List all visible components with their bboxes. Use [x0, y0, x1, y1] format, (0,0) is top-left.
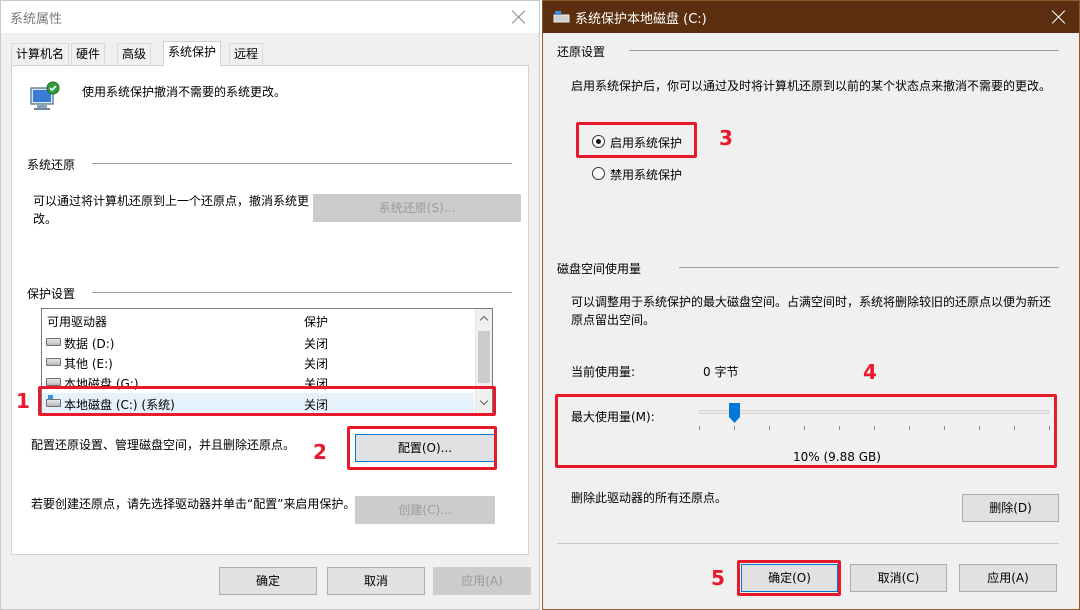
drive-list-scrollbar[interactable] [475, 309, 492, 413]
slider-tick [944, 426, 945, 430]
column-header-drive[interactable]: 可用驱动器 [47, 313, 107, 330]
tab-advanced[interactable]: 高级 [117, 43, 152, 65]
drive-row-c-system[interactable]: 本地磁盘 (C:) (系统) 关闭 [42, 393, 474, 413]
drive-icon [46, 338, 61, 346]
slider-tick [909, 426, 910, 430]
drive-row-e[interactable]: 其他 (E:) 关闭 [42, 352, 474, 372]
drive-status: 关闭 [304, 398, 329, 412]
annotation-number-1: 1 [16, 389, 30, 413]
scroll-up-icon[interactable] [479, 315, 489, 325]
disable-protection-radio[interactable] [592, 167, 605, 180]
ok-button[interactable]: 确定(O) [741, 564, 838, 592]
close-icon[interactable] [1049, 7, 1069, 27]
disk-usage-text: 可以调整用于系统保护的最大磁盘空间。占满空间时，系统将删除较旧的还原点以便为新还… [571, 295, 1052, 327]
max-usage-slider-thumb[interactable] [729, 403, 740, 423]
tab-remote[interactable]: 远程 [229, 43, 264, 65]
slider-tick [734, 426, 735, 430]
current-usage-label: 当前使用量: [571, 365, 636, 379]
slider-tick [839, 426, 840, 430]
divider [557, 543, 1059, 544]
system-protection-drive-window: 系统保护本地磁盘 (C:) 还原设置 启用系统保护后，你可以通过及时将计算机还原… [542, 0, 1080, 610]
tab-computer-name[interactable]: 计算机名 [11, 43, 70, 65]
system-restore-button[interactable]: 系统还原(S)... [313, 194, 521, 222]
scroll-down-icon[interactable] [479, 396, 489, 406]
protection-settings-group-label: 保护设置 [27, 285, 82, 302]
drive-list-header: 可用驱动器 保护 [42, 309, 474, 331]
drive-icon [553, 11, 570, 23]
cancel-button[interactable]: 取消 [327, 567, 425, 595]
divider [679, 267, 1059, 268]
drive-name: 本地磁盘 (G:) [64, 377, 139, 391]
configure-button[interactable]: 配置(O)... [355, 434, 495, 462]
system-protection-icon [30, 81, 60, 110]
drive-row-g[interactable]: 本地磁盘 (G:) 关闭 [42, 372, 474, 392]
restore-settings-label: 还原设置 [557, 43, 612, 60]
tab-hardware[interactable]: 硬件 [71, 43, 106, 65]
slider-tick [804, 426, 805, 430]
tab-system-protection[interactable]: 系统保护 [163, 41, 222, 66]
drive-status: 关闭 [304, 377, 329, 391]
annotation-number-5: 5 [711, 566, 725, 590]
drive-name: 其他 (E:) [64, 357, 113, 371]
annotation-number-3: 3 [719, 126, 733, 150]
close-icon[interactable] [509, 7, 529, 27]
create-text: 若要创建还原点，请先选择驱动器并单击“配置”来启用保护。 [31, 497, 356, 511]
divider [92, 292, 512, 293]
slider-tick [769, 426, 770, 430]
annotation-number-4: 4 [863, 360, 877, 384]
window-title: 系统属性 [10, 11, 63, 27]
title-bar: 系统属性 [1, 1, 539, 33]
system-properties-window: 系统属性 计算机名 硬件 高级 系统保护 远程 使用系统保护撤消不需要的系统更改… [0, 0, 540, 610]
drive-name: 本地磁盘 (C:) (系统) [64, 398, 175, 412]
slider-tick [699, 426, 700, 430]
max-usage-label: 最大使用量(M): [571, 410, 655, 424]
annotation-number-2: 2 [313, 440, 327, 464]
apply-button[interactable]: 应用(A) [959, 564, 1057, 592]
panel-description: 使用系统保护撤消不需要的系统更改。 [82, 85, 287, 99]
disable-protection-label[interactable]: 禁用系统保护 [610, 166, 682, 183]
ok-button[interactable]: 确定 [219, 567, 317, 595]
enable-protection-radio[interactable] [592, 135, 605, 148]
cancel-button[interactable]: 取消(C) [850, 564, 947, 592]
title-bar: 系统保护本地磁盘 (C:) [543, 1, 1079, 33]
restore-settings-text: 启用系统保护后，你可以通过及时将计算机还原到以前的某个状态点来撤消不需要的更改。 [571, 79, 1052, 93]
delete-restore-points-text: 删除此驱动器的所有还原点。 [571, 491, 728, 505]
drive-list-box[interactable]: 可用驱动器 保护 数据 (D:) 关闭 其他 (E:) 关闭 本地磁盘 (G:)… [41, 308, 493, 414]
drive-icon [46, 358, 61, 366]
system-restore-text: 可以通过将计算机还原到上一个还原点，撤消系统更改。 [33, 194, 310, 226]
max-usage-slider-track[interactable] [699, 410, 1049, 414]
delete-button[interactable]: 删除(D) [962, 494, 1059, 522]
system-drive-icon [46, 395, 61, 407]
drive-status: 关闭 [304, 357, 329, 371]
scroll-thumb[interactable] [478, 331, 490, 383]
drive-icon [46, 378, 61, 386]
slider-tick [874, 426, 875, 430]
drive-name: 数据 (D:) [64, 337, 115, 351]
column-header-protection[interactable]: 保护 [304, 313, 328, 330]
divider [92, 163, 512, 164]
apply-button[interactable]: 应用(A) [433, 567, 531, 595]
create-button[interactable]: 创建(C)... [355, 496, 495, 524]
slider-tick [1014, 426, 1015, 430]
window-title: 系统保护本地磁盘 (C:) [575, 11, 707, 27]
slider-tick [979, 426, 980, 430]
enable-protection-label[interactable]: 启用系统保护 [610, 134, 682, 151]
drive-status: 关闭 [304, 337, 329, 351]
drive-row-d[interactable]: 数据 (D:) 关闭 [42, 332, 474, 352]
divider [629, 50, 1059, 51]
configure-text: 配置还原设置、管理磁盘空间，并且删除还原点。 [31, 438, 296, 452]
max-usage-value: 10% (9.88 GB) [793, 450, 881, 464]
current-usage-value: 0 字节 [703, 365, 739, 379]
disk-usage-label: 磁盘空间使用量 [557, 260, 648, 277]
slider-tick [1049, 426, 1050, 430]
system-restore-group-label: 系统还原 [27, 156, 82, 173]
